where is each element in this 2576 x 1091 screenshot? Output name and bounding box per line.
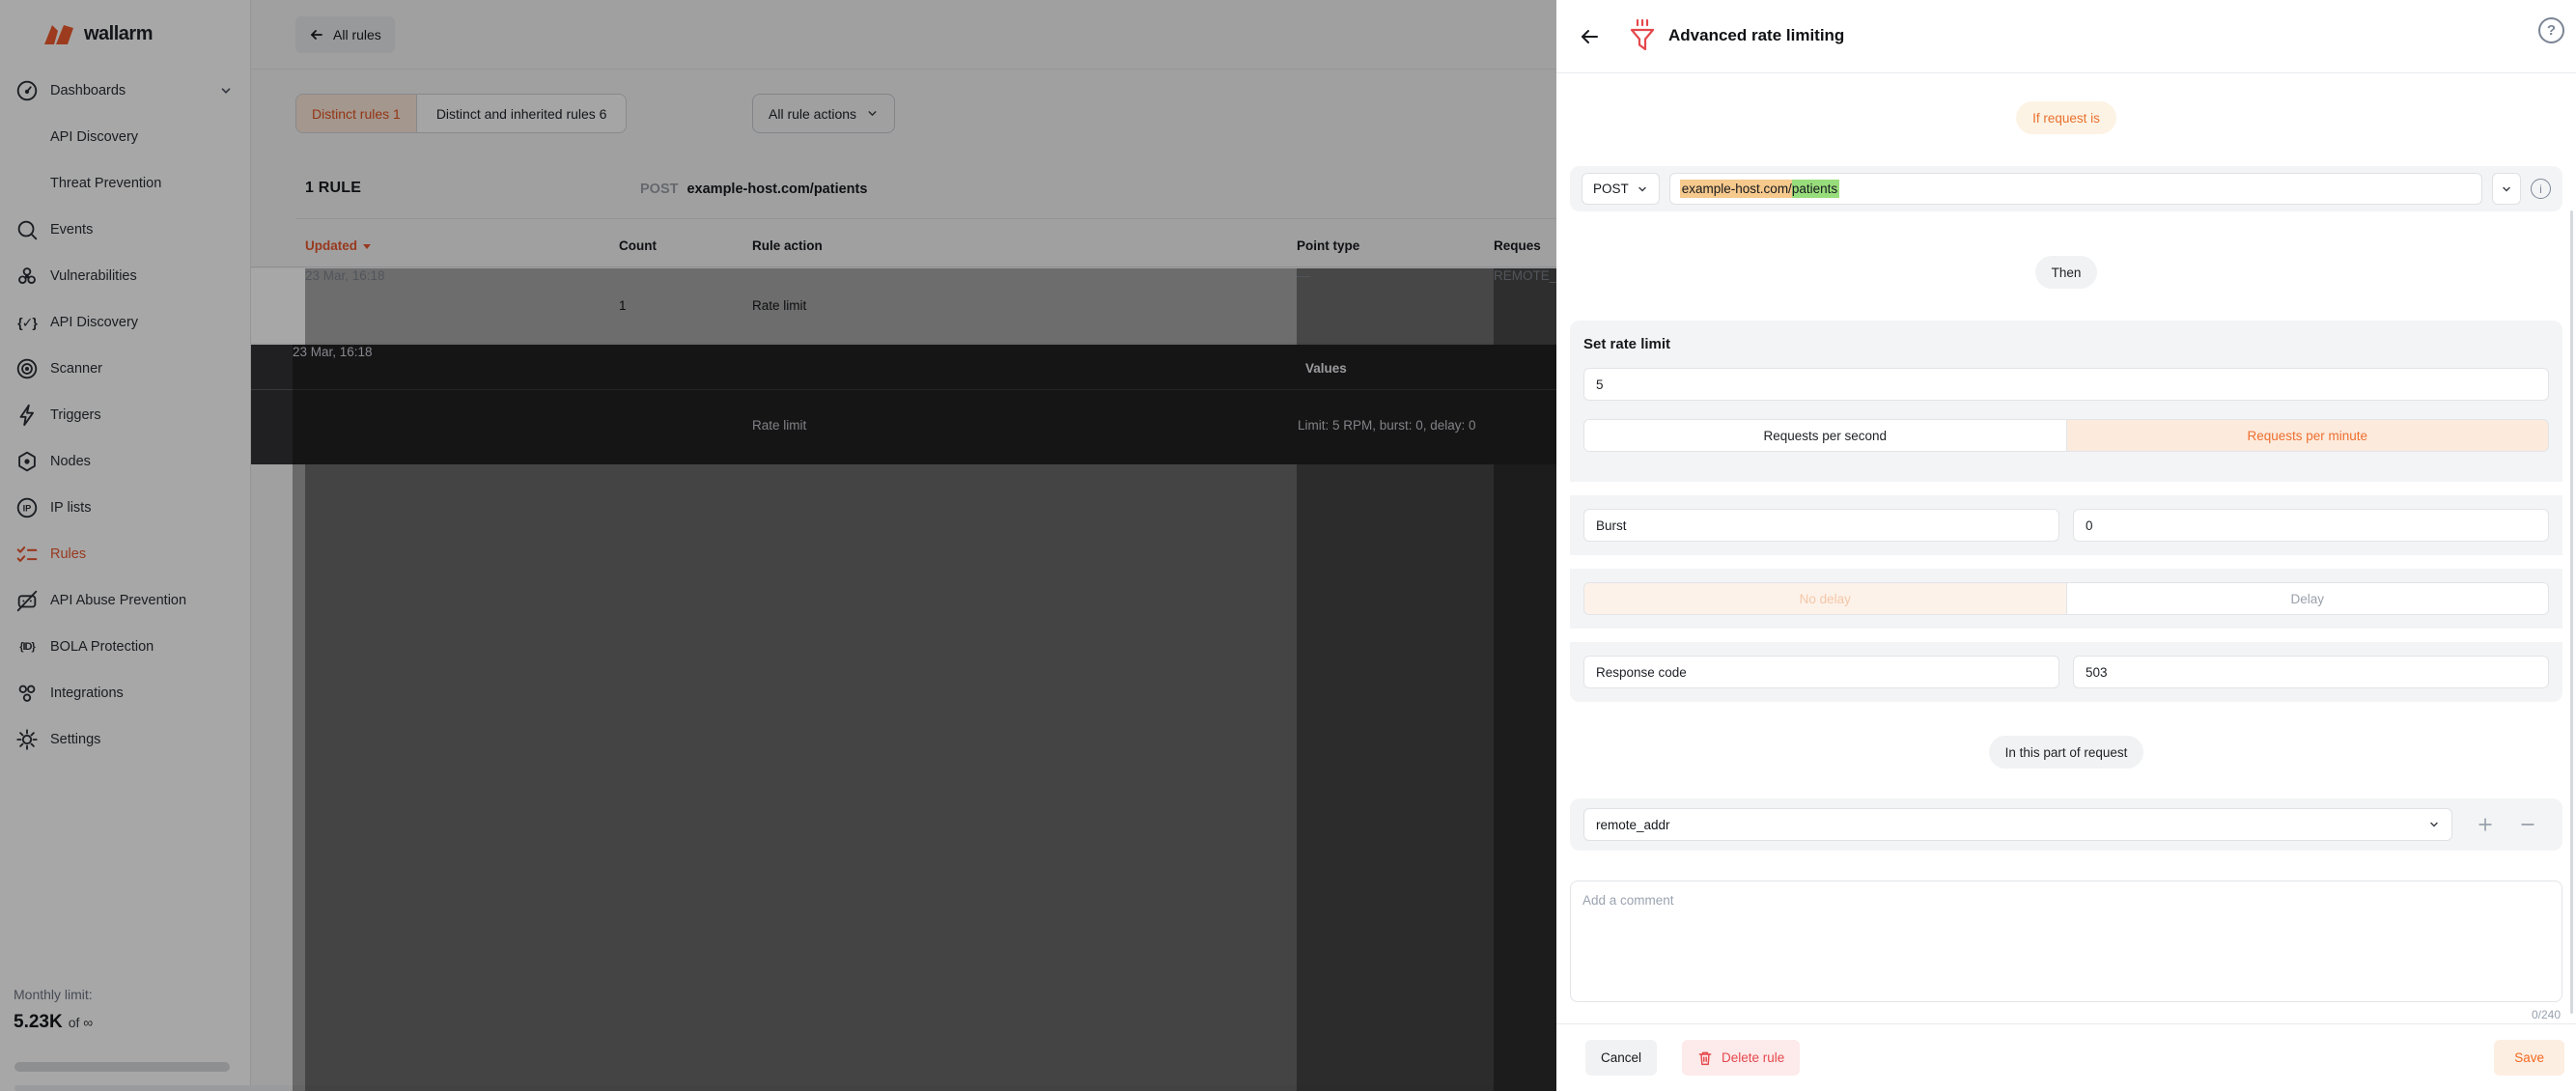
condition-dropdown-button[interactable] xyxy=(2492,173,2521,205)
request-part-select[interactable]: remote_addr xyxy=(1583,808,2452,841)
if-request-is-chip: If request is xyxy=(2016,101,2116,134)
no-delay-option[interactable]: No delay xyxy=(1584,583,2066,614)
if-request-chip-row: If request is xyxy=(1556,101,2576,134)
chevron-down-icon xyxy=(1637,183,1648,195)
rate-unit-toggle: Requests per second Requests per minute xyxy=(1583,419,2549,452)
delay-option[interactable]: Delay xyxy=(2066,583,2549,614)
request-part-section: remote_addr xyxy=(1570,798,2562,851)
uri-input[interactable]: example-host.com/patients xyxy=(1669,173,2482,205)
response-code-row: Response code xyxy=(1570,642,2562,702)
save-button[interactable]: Save xyxy=(2494,1040,2564,1076)
then-chip: Then xyxy=(2035,256,2098,289)
comment-textarea[interactable] xyxy=(1570,881,2562,1002)
burst-row: Burst xyxy=(1570,495,2562,555)
chevron-down-icon xyxy=(2501,183,2512,195)
rate-limit-section: Set rate limit Requests per second Reque… xyxy=(1570,321,2562,482)
delay-row: No delay Delay xyxy=(1570,569,2562,629)
condition-row: POST example-host.com/patients i xyxy=(1570,166,2562,211)
panel-header: Advanced rate limiting ? xyxy=(1556,0,2576,73)
requests-per-second-option[interactable]: Requests per second xyxy=(1584,420,2066,451)
panel-footer: Cancel Delete rule Save xyxy=(1556,1023,2576,1091)
chevron-down-icon xyxy=(2428,819,2440,830)
response-code-input[interactable] xyxy=(2073,656,2549,688)
remove-part-button[interactable] xyxy=(2506,808,2549,841)
add-part-button[interactable] xyxy=(2464,808,2506,841)
uri-host-token: example-host.com/ xyxy=(1680,180,1792,198)
rate-limiting-icon xyxy=(1630,18,1655,55)
rate-limit-value-input[interactable] xyxy=(1583,368,2549,401)
part-chip-row: In this part of request xyxy=(1556,736,2576,769)
response-code-label-field: Response code xyxy=(1583,656,2059,688)
burst-label-field: Burst xyxy=(1583,509,2059,542)
trash-icon xyxy=(1697,1050,1713,1066)
delete-rule-button[interactable]: Delete rule xyxy=(1682,1040,1800,1076)
app-screen: wallarm Dashboards API Discovery Threat … xyxy=(0,0,2576,1091)
in-this-part-chip: In this part of request xyxy=(1989,736,2144,769)
info-icon[interactable]: i xyxy=(2531,179,2551,199)
burst-value-input[interactable] xyxy=(2073,509,2549,542)
panel-title: Advanced rate limiting xyxy=(1668,26,1844,45)
uri-path-token: patients xyxy=(1792,180,1839,198)
comment-char-counter: 0/240 xyxy=(2532,1008,2561,1021)
panel-scrollbar[interactable] xyxy=(2570,210,2573,1014)
method-select[interactable]: POST xyxy=(1582,173,1660,205)
selected-rule-expanded-row[interactable]: Values 23 Mar, 16:18 Rate limit Limit: 5… xyxy=(251,345,1556,464)
cancel-button[interactable]: Cancel xyxy=(1585,1040,1657,1076)
delay-toggle: No delay Delay xyxy=(1583,582,2549,615)
set-rate-limit-heading: Set rate limit xyxy=(1583,336,2549,352)
plus-icon xyxy=(2476,815,2495,834)
back-arrow-button[interactable] xyxy=(1578,25,1601,48)
requests-per-minute-option[interactable]: Requests per minute xyxy=(2066,420,2549,451)
then-chip-row: Then xyxy=(1556,256,2576,289)
help-icon[interactable]: ? xyxy=(2538,17,2564,43)
minus-icon xyxy=(2518,815,2537,834)
advanced-rate-limiting-panel: Advanced rate limiting ? If request is P… xyxy=(1556,0,2576,1091)
